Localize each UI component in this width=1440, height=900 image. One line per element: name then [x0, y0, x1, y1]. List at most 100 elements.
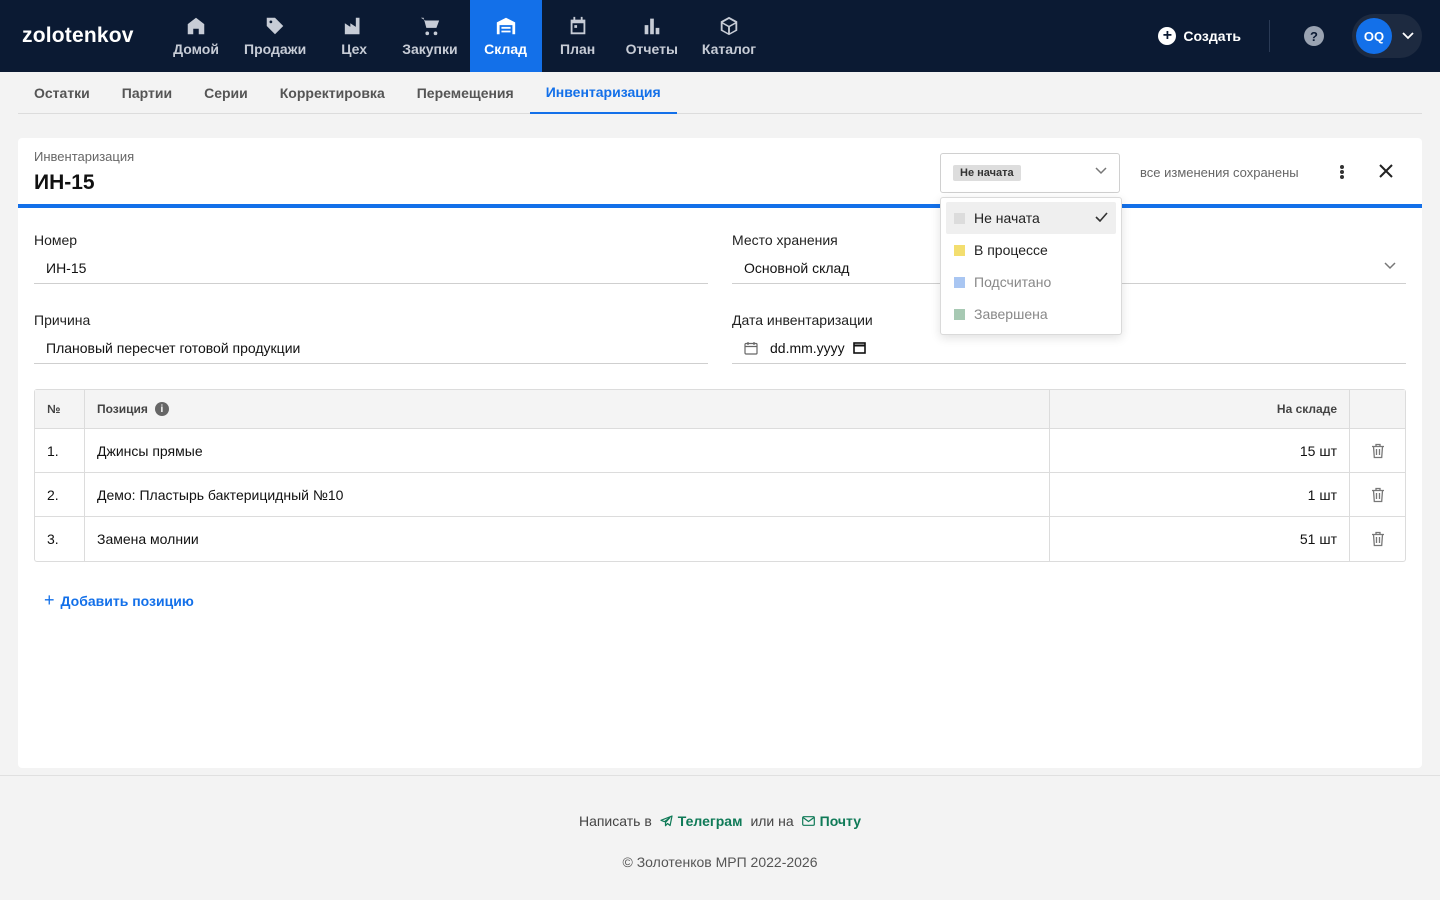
nav-item-warehouse[interactable]: Склад — [469, 0, 542, 72]
warehouse-icon — [496, 17, 515, 35]
number-label: Номер — [34, 232, 78, 248]
tab-stock[interactable]: Остатки — [18, 72, 106, 113]
status-option-not-started[interactable]: Не начата — [946, 202, 1116, 234]
tab-series[interactable]: Серии — [188, 72, 264, 113]
trash-icon[interactable] — [1371, 531, 1385, 547]
table-row[interactable]: 2. Демо: Пластырь бактерицидный №10 1 шт — [35, 473, 1405, 517]
status-option-label: Подсчитано — [974, 274, 1052, 290]
tab-batches[interactable]: Партии — [106, 72, 188, 113]
box-icon — [720, 16, 738, 36]
nav-item-reports[interactable]: Отчеты — [614, 0, 690, 72]
footer: Написать в Телеграм или на Почту © Золот… — [0, 775, 1440, 900]
header-num: № — [35, 390, 85, 428]
tab-inventory[interactable]: Инвентаризация — [529, 72, 677, 114]
telegram-link-label: Телеграм — [677, 813, 743, 829]
brand-logo[interactable]: zolotenkov — [0, 0, 160, 72]
divider — [1269, 20, 1270, 52]
nav-item-workshop[interactable]: Цех — [318, 0, 390, 72]
nav-item-label: Продажи — [244, 41, 307, 57]
avatar: OQ — [1356, 18, 1392, 54]
cart-icon — [420, 17, 440, 36]
more-menu-icon[interactable] — [1336, 162, 1348, 182]
nav-item-label: Цех — [341, 41, 368, 57]
nav-item-catalog[interactable]: Каталог — [690, 0, 768, 72]
inventory-card: Инвентаризация ИН-15 Не начата все измен… — [18, 138, 1422, 768]
reason-field: Причина Плановый пересчет готовой продук… — [34, 312, 708, 364]
status-option-counted[interactable]: Подсчитано — [946, 266, 1116, 298]
telegram-link[interactable]: Телеграм — [660, 813, 743, 829]
status-swatch — [954, 308, 965, 320]
mail-icon — [801, 816, 815, 826]
mail-link-label: Почту — [819, 813, 862, 829]
chevron-down-icon — [1402, 32, 1414, 40]
main-nav: Домой Продажи Цех Закупки Склад План Отч… — [160, 0, 768, 72]
calendar-icon — [570, 16, 585, 35]
chevron-down-icon — [1384, 262, 1396, 270]
status-option-label: Завершена — [974, 306, 1048, 322]
calendar-picker-icon[interactable] — [852, 341, 866, 354]
trash-icon[interactable] — [1371, 487, 1385, 503]
help-icon[interactable]: ? — [1304, 26, 1324, 46]
card-header: Инвентаризация ИН-15 Не начата все измен… — [18, 138, 1422, 208]
warehouse-subtabs: Остатки Партии Серии Корректировка Перем… — [18, 72, 1422, 114]
plus-icon: + — [44, 590, 55, 610]
reason-input[interactable]: Плановый пересчет готовой продукции — [34, 332, 708, 364]
tab-transfers[interactable]: Перемещения — [401, 72, 530, 113]
nav-item-purchases[interactable]: Закупки — [390, 0, 469, 72]
status-swatch — [954, 276, 965, 288]
footer-or-on: или на — [750, 813, 794, 829]
header-position: Позиция i — [85, 390, 1050, 428]
copyright: © Золотенков МРП 2022-2026 — [622, 854, 818, 870]
nav-item-sales[interactable]: Продажи — [232, 0, 318, 72]
row-qty[interactable]: 51 шт — [1050, 517, 1350, 561]
row-position[interactable]: Джинсы прямые — [85, 429, 1050, 472]
nav-item-plan[interactable]: План — [542, 0, 614, 72]
check-icon — [1095, 212, 1108, 222]
page-title: ИН-15 — [34, 171, 95, 194]
row-position[interactable]: Демо: Пластырь бактерицидный №10 — [85, 473, 1050, 516]
close-icon[interactable] — [1377, 162, 1395, 180]
status-option-completed[interactable]: Завершена — [946, 298, 1116, 330]
create-button[interactable]: + Создать — [1158, 27, 1241, 45]
home-icon — [187, 17, 205, 35]
status-option-label: В процессе — [974, 242, 1048, 258]
chevron-down-icon — [1095, 167, 1107, 175]
table-row[interactable]: 3. Замена молнии 51 шт — [35, 517, 1405, 561]
telegram-icon — [660, 815, 673, 827]
table-header-row: № Позиция i На складе — [35, 390, 1405, 429]
factory-icon — [345, 17, 360, 35]
mail-link[interactable]: Почту — [801, 813, 862, 829]
number-field: Номер ИН-15 — [34, 232, 708, 284]
user-menu[interactable]: OQ — [1352, 14, 1422, 58]
add-position-button[interactable]: + Добавить позицию — [44, 590, 194, 611]
row-qty[interactable]: 1 шт — [1050, 473, 1350, 516]
add-position-label: Добавить позицию — [60, 592, 194, 609]
table-row[interactable]: 1. Джинсы прямые 15 шт — [35, 429, 1405, 473]
status-select[interactable]: Не начата — [940, 153, 1120, 193]
tab-adjustment[interactable]: Корректировка — [264, 72, 401, 113]
trash-icon[interactable] — [1371, 443, 1385, 459]
nav-item-home[interactable]: Домой — [160, 0, 232, 72]
nav-item-label: Отчеты — [625, 41, 678, 57]
header-position-label: Позиция — [97, 402, 148, 416]
row-position[interactable]: Замена молнии — [85, 517, 1050, 561]
nav-item-label: План — [560, 41, 596, 57]
status-badge: Не начата — [953, 165, 1021, 181]
date-input[interactable]: dd.mm.yyyy — [732, 332, 1406, 364]
status-option-in-progress[interactable]: В процессе — [946, 234, 1116, 266]
footer-contact: Написать в Телеграм или на Почту — [0, 813, 1440, 829]
status-option-label: Не начата — [974, 210, 1040, 226]
status-dropdown-menu: Не начата В процессе Подсчитано Завершен… — [940, 197, 1122, 335]
storage-value: Основной склад — [744, 259, 850, 276]
info-icon[interactable]: i — [154, 402, 169, 416]
create-button-label: Создать — [1183, 28, 1241, 44]
number-input[interactable]: ИН-15 — [34, 252, 708, 284]
top-navbar: zolotenkov Домой Продажи Цех Закупки Скл… — [0, 0, 1440, 72]
status-swatch — [954, 244, 965, 256]
row-qty[interactable]: 15 шт — [1050, 429, 1350, 472]
header-qty: На складе — [1050, 390, 1350, 428]
row-num: 3. — [35, 517, 85, 561]
plus-circle-icon: + — [1158, 27, 1177, 45]
header-actions — [1350, 390, 1405, 428]
save-status-text: все изменения сохранены — [1140, 165, 1299, 180]
